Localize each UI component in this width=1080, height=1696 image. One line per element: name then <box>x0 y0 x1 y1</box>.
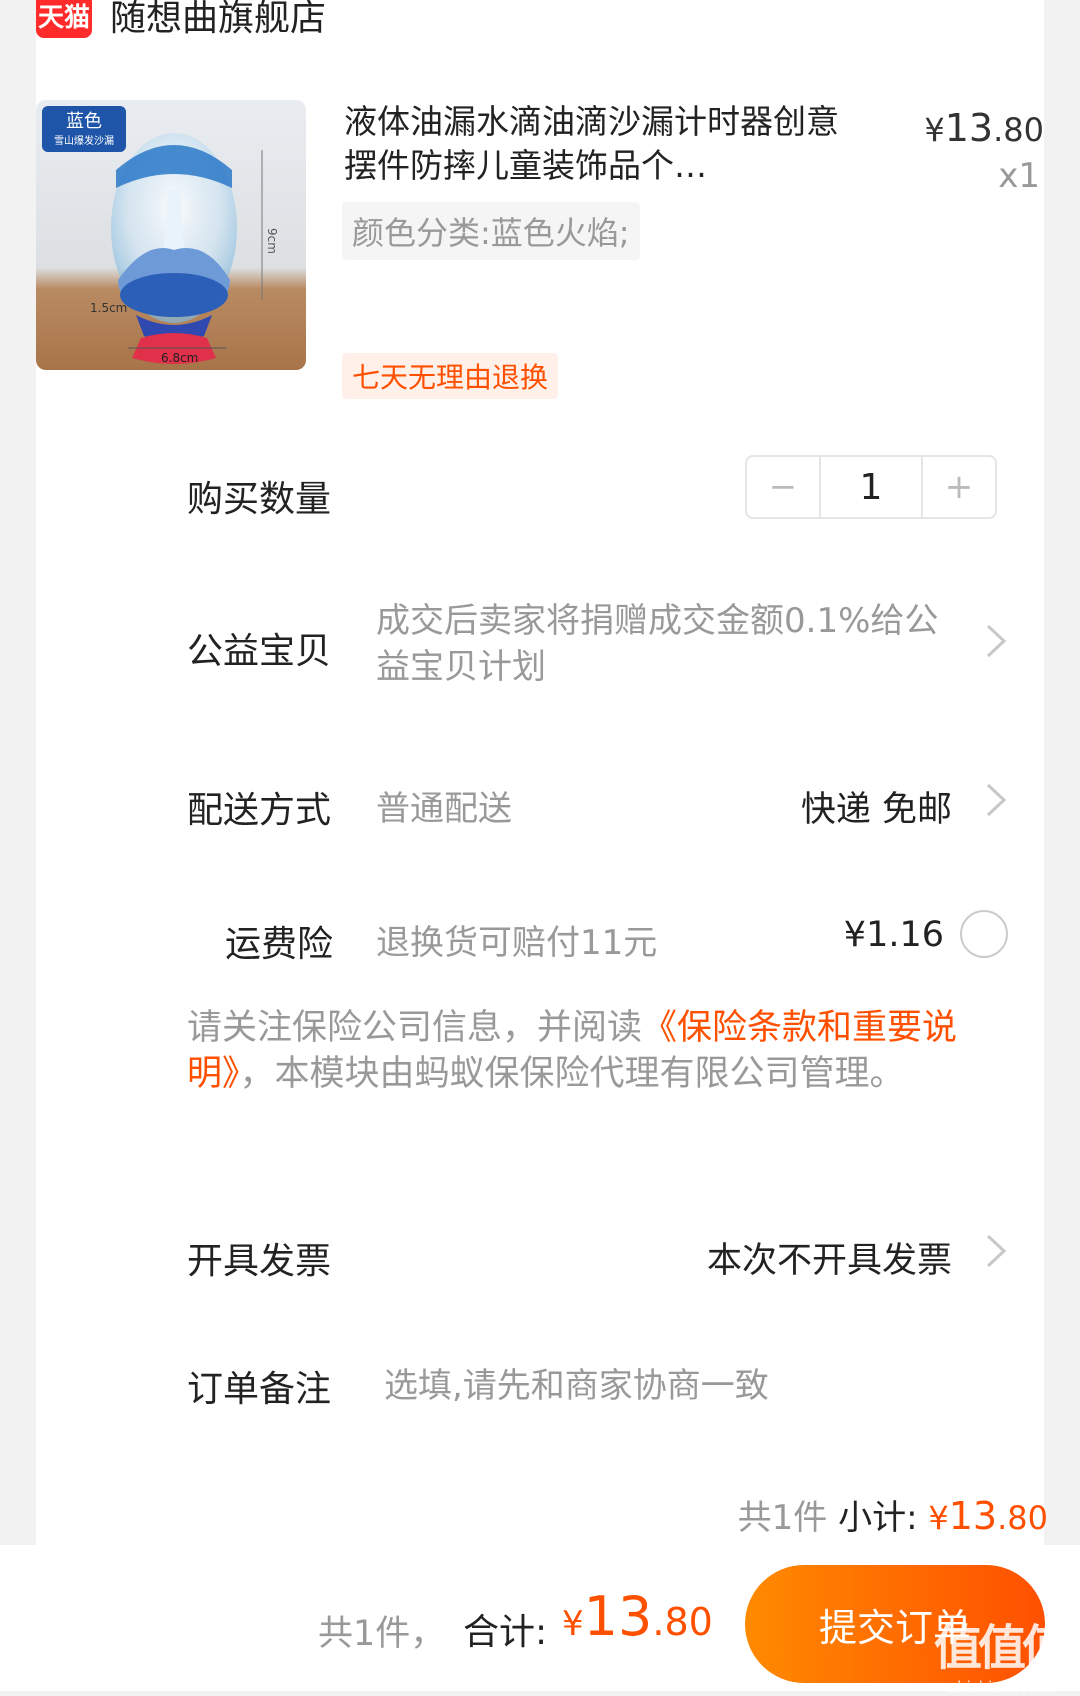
product-quantity: x1 <box>998 156 1040 196</box>
price-currency: ¥ <box>924 111 945 149</box>
remark-input[interactable]: 选填,请先和商家协商一致 <box>384 1358 769 1407</box>
chevron-right-icon <box>986 783 1007 817</box>
total-amount: ¥13.80 <box>562 1585 713 1648</box>
chevron-right-icon <box>986 1234 1007 1268</box>
remark-label: 订单备注 <box>187 1369 332 1410</box>
subtotal-count: 共1件 <box>737 1498 828 1538</box>
sku-tag: 颜色分类:蓝色火焰; <box>342 202 640 260</box>
product-price: ¥13.80 <box>924 106 1044 150</box>
dimension-width-text: 6.8cm <box>161 351 198 365</box>
price-decimal: .80 <box>993 111 1044 149</box>
invoice-label: 开具发票 <box>187 1241 332 1282</box>
subtotal: 共1件 小计: ¥13.80 <box>738 1490 1048 1539</box>
shipping-insurance-price: ¥1.16 <box>843 915 944 955</box>
watermark: 值值值 zhizhizhi.com <box>933 1608 1070 1696</box>
image-badge-title: 蓝色 <box>66 111 102 132</box>
total-integer: 13 <box>583 1585 653 1648</box>
charity-text: 成交后卖家将捐赠成交金额0.1%给公益宝贝计划 <box>376 601 939 687</box>
return-policy-tag: 七天无理由退换 <box>342 353 559 399</box>
total-currency: ¥ <box>562 1604 584 1644</box>
subtotal-decimal: .80 <box>997 1499 1048 1537</box>
shipping-insurance-desc: 退换货可赔付11元 <box>376 923 658 963</box>
dimension-base-text: 1.5cm <box>90 301 127 315</box>
total-count: 共1件， <box>318 1614 446 1654</box>
insurance-notice: 请关注保险公司信息，并阅读《保险条款和重要说明》，本模块由蚂蚁保保险代理有限公司… <box>187 1005 1017 1097</box>
delivery-label: 配送方式 <box>187 790 332 831</box>
shipping-insurance-radio[interactable] <box>960 910 1008 958</box>
shop-header[interactable]: 天猫 随想曲旗舰店 <box>36 0 326 40</box>
total-label: 合计: <box>463 1612 548 1653</box>
subtotal-label: 小计: <box>838 1498 918 1538</box>
watermark-site: zhizhizhi.com <box>949 1678 1051 1696</box>
charity-label: 公益宝贝 <box>187 631 332 672</box>
hourglass-product-illustration: 9cm 1.5cm 6.8cm 蓝色 雪山爆发沙漏 <box>36 100 306 370</box>
delivery-value: 快递 免邮 <box>800 790 952 830</box>
quantity-input[interactable]: 1 <box>819 457 923 517</box>
watermark-text: 值值值 <box>933 1620 1070 1676</box>
price-integer: 13 <box>944 106 994 150</box>
shop-name: 随想曲旗舰店 <box>110 0 327 39</box>
subtotal-amount: ¥13.80 <box>928 1494 1048 1538</box>
total-decimal: .80 <box>652 1600 713 1644</box>
notice-suffix: ，本模块由蚂蚁保保险代理有限公司管理。 <box>239 1054 905 1094</box>
subtotal-integer: 13 <box>948 1494 998 1538</box>
quantity-label: 购买数量 <box>187 479 332 520</box>
image-badge-subtitle: 雪山爆发沙漏 <box>54 134 114 147</box>
notice-prefix: 请关注保险公司信息，并阅读 <box>187 1008 643 1048</box>
tmall-logo: 天猫 <box>36 0 92 38</box>
quantity-plus-button[interactable]: + <box>923 457 995 517</box>
chevron-right-icon <box>986 624 1007 658</box>
invoice-value: 本次不开具发票 <box>706 1241 952 1281</box>
product-title[interactable]: 液体油漏水滴油滴沙漏计时器创意摆件防摔儿童装饰品个… <box>344 100 844 188</box>
shipping-insurance-label: 运费险 <box>225 924 334 965</box>
subtotal-currency: ¥ <box>928 1499 949 1537</box>
quantity-stepper: − 1 + <box>745 455 997 519</box>
dimension-height-text: 9cm <box>265 228 279 254</box>
delivery-method: 普通配送 <box>376 789 512 829</box>
quantity-minus-button[interactable]: − <box>747 457 819 517</box>
product-image[interactable]: 9cm 1.5cm 6.8cm 蓝色 雪山爆发沙漏 <box>36 100 306 370</box>
